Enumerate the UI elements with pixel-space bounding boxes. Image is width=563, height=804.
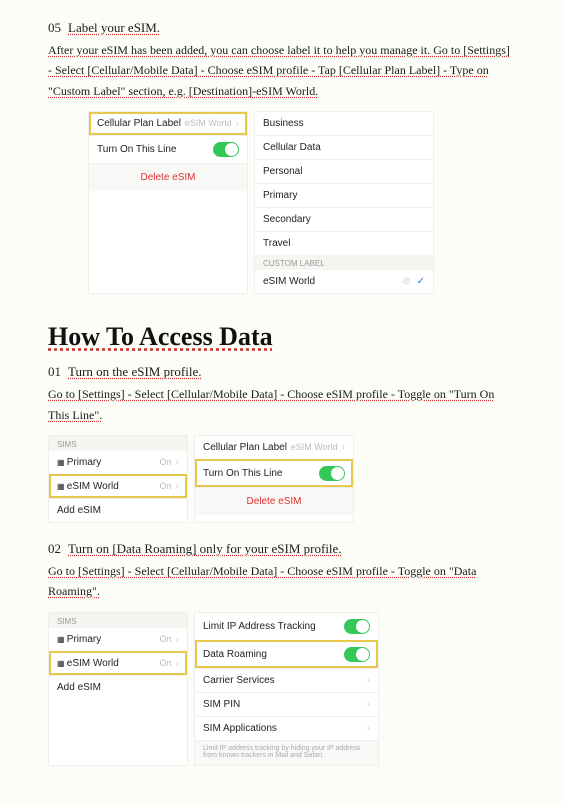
sim-applications-label: SIM Applications [203,723,277,734]
label-option[interactable]: Primary [255,183,433,207]
primary-sim-label: Primary [67,457,101,468]
sim-pin-row[interactable]: SIM PIN › [195,692,378,716]
esim-world-value: On [160,658,172,668]
label-option-text: Cellular Data [263,142,321,153]
label-option[interactable]: Cellular Data [255,135,433,159]
turn-on-line-row: Turn On This Line [89,135,247,163]
delete-esim-button[interactable]: Delete eSIM [195,487,353,515]
step-05-title: Label your eSIM. [68,20,160,35]
step-a2-header: 02 Turn on [Data Roaming] only for your … [48,541,515,557]
turn-on-line-label: Turn On This Line [203,468,282,479]
primary-sim-row[interactable]: ▦ Primary On› [49,451,187,474]
turn-on-line-label: Turn On This Line [97,144,176,155]
cellular-plan-label-value: eSIM World [185,118,232,128]
mock-a2: SIMs ▦ Primary On› ▦ eSIM World On› Add … [48,612,515,766]
cellular-plan-label-row[interactable]: Cellular Plan Label eSIM World › [195,436,353,459]
esim-world-row[interactable]: ▦ eSIM World On› [49,651,187,675]
sims-header: SIMs [49,613,187,628]
chevron-right-icon: › [176,658,179,669]
primary-sim-row[interactable]: ▦ Primary On› [49,628,187,651]
chevron-right-icon: › [176,481,179,492]
label-option[interactable]: Secondary [255,207,433,231]
cellular-plan-label-text: Cellular Plan Label [203,442,287,453]
limit-ip-tracking-row: Limit IP Address Tracking [195,613,378,640]
step-05-body: After your eSIM has been added, you can … [48,40,515,101]
step-a2-number: 02 [48,541,61,556]
chevron-right-icon: › [176,634,179,645]
delete-esim-button[interactable]: Delete eSIM [89,163,247,191]
step-a1-title: Turn on the eSIM profile. [68,364,202,379]
sim-pin-label: SIM PIN [203,699,240,710]
add-esim-row[interactable]: Add eSIM [49,675,187,699]
step-05-number: 05 [48,20,61,35]
step-a2-body: Go to [Settings] - Select [Cellular/Mobi… [48,561,515,602]
mock-a1-right-card: Cellular Plan Label eSIM World › Turn On … [194,435,354,523]
section-heading-access-data: How To Access Data [48,322,515,352]
step-05-header: 05 Label your eSIM. [48,20,515,36]
mock-05: Cellular Plan Label eSIM World › Turn On … [88,111,515,294]
mock-05-right-card: Business Cellular Data Personal Primary Seco… [254,111,434,294]
custom-label-value: eSIM World [263,276,315,287]
mock-a1: SIMs ▦ Primary On› ▦ eSIM World On› Add … [48,435,515,523]
mock-a1-left-card: SIMs ▦ Primary On› ▦ eSIM World On› Add … [48,435,188,523]
label-option-text: Travel [263,238,290,249]
checkmark-icon: ✓ [417,276,425,287]
toggle-turn-on-line[interactable] [213,142,239,157]
mock-a2-left-card: SIMs ▦ Primary On› ▦ eSIM World On› Add … [48,612,188,766]
step-a1-body: Go to [Settings] - Select [Cellular/Mobi… [48,384,515,425]
chevron-right-icon: › [367,723,370,734]
esim-world-value: On [160,481,172,491]
chevron-right-icon: › [367,699,370,710]
cellular-plan-label-value: eSIM World [291,442,338,452]
label-option-text: Personal [263,166,302,177]
ip-tracking-footnote: Limit IP address tracking by hiding your… [195,740,378,765]
esim-world-label: eSIM World [67,658,119,669]
chevron-right-icon: › [236,118,239,129]
turn-on-line-row: Turn On This Line [195,459,353,487]
esim-world-row[interactable]: ▦ eSIM World On› [49,474,187,498]
mock-05-left-card: Cellular Plan Label eSIM World › Turn On … [88,111,248,294]
label-option[interactable]: Business [255,112,433,135]
carrier-services-row[interactable]: Carrier Services › [195,668,378,692]
label-option[interactable]: Personal [255,159,433,183]
chevron-right-icon: › [367,675,370,686]
carrier-services-label: Carrier Services [203,675,275,686]
mock-a2-right-card: Limit IP Address Tracking Data Roaming C… [194,612,379,766]
custom-label-input-row[interactable]: eSIM World ⊘ ✓ [255,270,433,293]
toggle-limit-ip[interactable] [344,619,370,634]
step-a2-title: Turn on [Data Roaming] only for your eSI… [68,541,342,556]
esim-world-label: eSIM World [67,481,119,492]
label-option[interactable]: Travel [255,231,433,255]
step-a1-number: 01 [48,364,61,379]
primary-sim-value: On [160,457,172,467]
toggle-data-roaming[interactable] [344,647,370,662]
label-option-text: Primary [263,190,297,201]
add-esim-link: Add eSIM [57,505,101,516]
label-option-text: Business [263,118,304,129]
primary-sim-value: On [160,634,172,644]
sims-header: SIMs [49,436,187,451]
cellular-plan-label-row[interactable]: Cellular Plan Label eSIM World › [89,112,247,135]
limit-ip-tracking-label: Limit IP Address Tracking [203,621,316,632]
data-roaming-row: Data Roaming [195,640,378,668]
sim-applications-row[interactable]: SIM Applications › [195,716,378,740]
data-roaming-label: Data Roaming [203,649,267,660]
add-esim-row[interactable]: Add eSIM [49,498,187,522]
chevron-right-icon: › [176,457,179,468]
primary-sim-label: Primary [67,634,101,645]
step-a1-header: 01 Turn on the eSIM profile. [48,364,515,380]
custom-label-header: CUSTOM LABEL [255,255,433,270]
add-esim-link: Add eSIM [57,682,101,693]
clear-icon[interactable]: ⊘ [402,276,410,287]
toggle-turn-on-line[interactable] [319,466,345,481]
chevron-right-icon: › [342,442,345,453]
label-option-text: Secondary [263,214,311,225]
label-options-list: Business Cellular Data Personal Primary Seco… [255,112,433,255]
cellular-plan-label-text: Cellular Plan Label [97,118,181,129]
